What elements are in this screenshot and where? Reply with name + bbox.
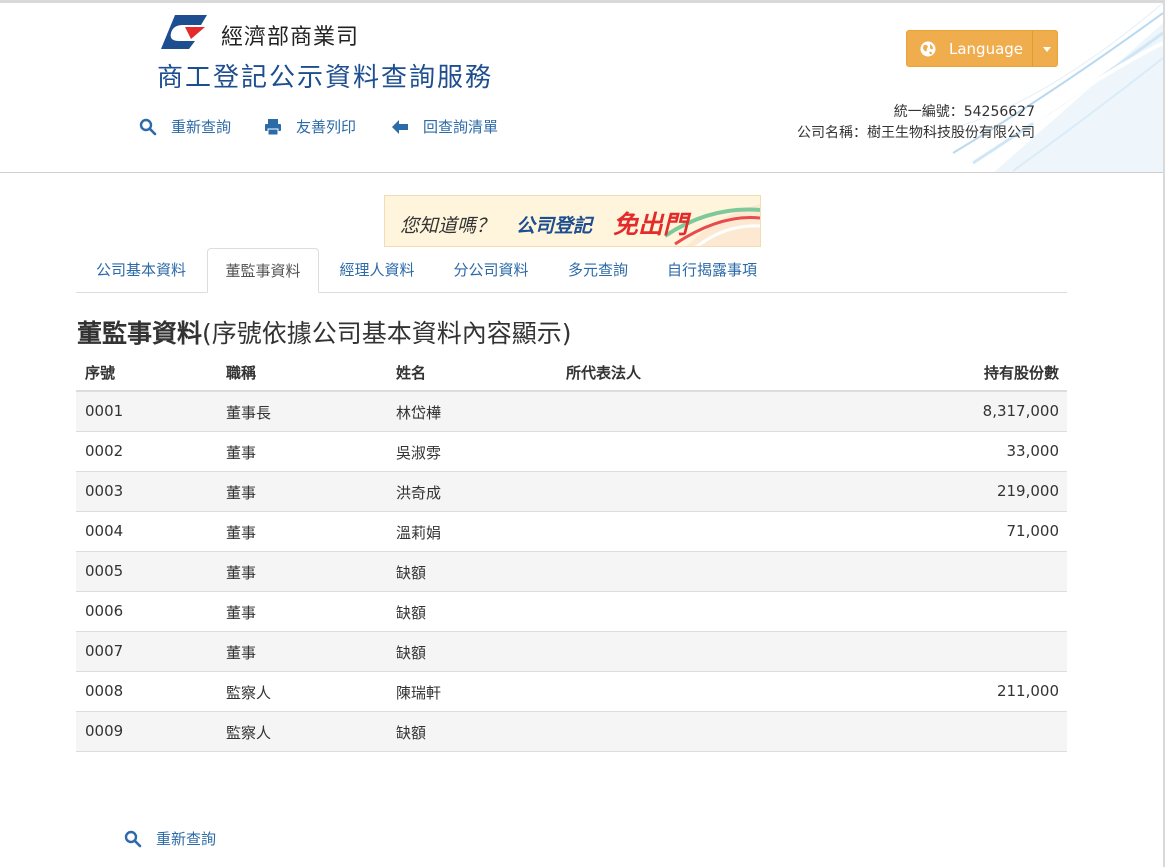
cell-name: 溫莉娟 xyxy=(396,524,442,542)
table-header: 序號 職稱 姓名 所代表法人 持有股份數 xyxy=(76,352,1067,392)
requery-label: 重新查詢 xyxy=(171,118,232,136)
tab-directors[interactable]: 董監事資料 xyxy=(207,248,319,293)
arrow-left-icon xyxy=(392,119,408,134)
back-to-list-label: 回查詢清單 xyxy=(423,118,499,136)
footer-requery-link[interactable]: 重新查詢 xyxy=(124,828,216,849)
decorative-waves xyxy=(933,3,1163,172)
tab-branches[interactable]: 分公司資料 xyxy=(436,248,546,293)
cell-title: 董事 xyxy=(226,444,257,462)
language-button[interactable]: Language xyxy=(906,30,1058,67)
printer-icon xyxy=(265,118,281,135)
cell-title: 監察人 xyxy=(226,724,272,742)
table-row: 0003 董事 洪奇成 219,000 xyxy=(76,472,1067,512)
cell-serial: 0003 xyxy=(85,482,124,500)
cell-name: 缺額 xyxy=(396,644,427,662)
table-row: 0001 董事長 林岱樺 8,317,000 xyxy=(76,392,1067,432)
cell-name: 林岱樺 xyxy=(396,404,442,422)
cell-serial: 0009 xyxy=(85,722,124,740)
cell-shares: 71,000 xyxy=(1006,522,1060,540)
header-represented-entity: 所代表法人 xyxy=(566,364,642,382)
globe-icon xyxy=(920,41,936,56)
cell-name: 缺額 xyxy=(396,564,427,582)
footer-requery-label: 重新查詢 xyxy=(156,830,217,848)
directors-table: 序號 職稱 姓名 所代表法人 持有股份數 0001 董事長 林岱樺 8,317,… xyxy=(76,352,1067,752)
cell-serial: 0007 xyxy=(85,642,124,660)
caret-down-icon[interactable] xyxy=(1043,47,1051,52)
header-title: 職稱 xyxy=(226,364,257,382)
cell-serial: 0005 xyxy=(85,562,124,580)
language-label: Language xyxy=(949,39,1024,58)
cell-title: 監察人 xyxy=(226,684,272,702)
search-icon xyxy=(139,118,157,135)
cell-title: 董事長 xyxy=(226,404,272,422)
print-link[interactable]: 友善列印 xyxy=(264,116,356,137)
table-row: 0006 董事 缺額 xyxy=(76,592,1067,632)
tab-multi-query[interactable]: 多元查詢 xyxy=(548,248,648,293)
cell-title: 董事 xyxy=(226,524,257,542)
header-shares: 持有股份數 xyxy=(983,364,1059,382)
cell-title: 董事 xyxy=(226,564,257,582)
header-name: 姓名 xyxy=(396,364,427,382)
cell-title: 董事 xyxy=(226,484,257,502)
ministry-logo-icon xyxy=(161,15,207,49)
service-title: 商工登記公示資料查詢服務 xyxy=(157,63,494,93)
cell-shares: 219,000 xyxy=(996,482,1059,500)
cell-name: 吳淑雰 xyxy=(396,444,442,462)
banner-no-go-out: 免出門 xyxy=(613,210,689,239)
company-name: 公司名稱：樹王生物科技股份有限公司 xyxy=(797,125,1035,141)
site-header: 經濟部商業司 商工登記公示資料查詢服務 重新查詢 友善列印 回查詢清單 Lang… xyxy=(0,3,1163,173)
table-row: 0005 董事 缺額 xyxy=(76,552,1067,592)
tab-company-basic[interactable]: 公司基本資料 xyxy=(76,248,206,293)
section-title: 董監事資料(序號依據公司基本資料內容顯示) xyxy=(77,314,572,350)
ministry-name: 經濟部商業司 xyxy=(221,25,360,50)
banner-question: 您知道嗎？ xyxy=(400,215,496,237)
cell-serial: 0004 xyxy=(85,522,124,540)
table-row: 0007 董事 缺額 xyxy=(76,632,1067,672)
table-row: 0004 董事 溫莉娟 71,000 xyxy=(76,512,1067,552)
cell-name: 陳瑞軒 xyxy=(396,684,442,702)
cell-title: 董事 xyxy=(226,604,257,622)
language-button-divider xyxy=(1032,31,1033,66)
section-title-main: 董監事資料 xyxy=(77,319,203,348)
back-to-list-link[interactable]: 回查詢清單 xyxy=(391,116,498,137)
info-tabs: 公司基本資料 董監事資料 經理人資料 分公司資料 多元查詢 自行揭露事項 xyxy=(76,248,1067,293)
tab-managers[interactable]: 經理人資料 xyxy=(322,248,432,293)
header-serial: 序號 xyxy=(85,364,116,382)
cell-serial: 0001 xyxy=(85,402,124,420)
section-title-note: (序號依據公司基本資料內容顯示) xyxy=(202,319,572,348)
cell-serial: 0002 xyxy=(85,442,124,460)
cell-name: 洪奇成 xyxy=(396,484,442,502)
table-row: 0008 監察人 陳瑞軒 211,000 xyxy=(76,672,1067,712)
banner-registration: 公司登記 xyxy=(516,215,593,237)
cell-shares: 8,317,000 xyxy=(982,402,1059,420)
tab-self-disclosure[interactable]: 自行揭露事項 xyxy=(652,248,772,293)
cell-serial: 0008 xyxy=(85,682,124,700)
cell-shares: 33,000 xyxy=(1006,442,1060,460)
promo-banner[interactable]: 您知道嗎？ 公司登記 免出門 xyxy=(384,195,761,247)
cell-name: 缺額 xyxy=(396,724,427,742)
cell-serial: 0006 xyxy=(85,602,124,620)
table-row: 0002 董事 吳淑雰 33,000 xyxy=(76,432,1067,472)
print-label: 友善列印 xyxy=(296,118,357,136)
company-info: 統一編號：54256627 公司名稱：樹王生物科技股份有限公司 xyxy=(797,102,1035,144)
cell-title: 董事 xyxy=(226,644,257,662)
unified-number: 統一編號：54256627 xyxy=(893,104,1035,120)
table-row: 0009 監察人 缺額 xyxy=(76,712,1067,752)
search-icon xyxy=(124,830,142,847)
cell-name: 缺額 xyxy=(396,604,427,622)
cell-shares: 211,000 xyxy=(996,682,1059,700)
requery-link[interactable]: 重新查詢 xyxy=(139,116,231,137)
